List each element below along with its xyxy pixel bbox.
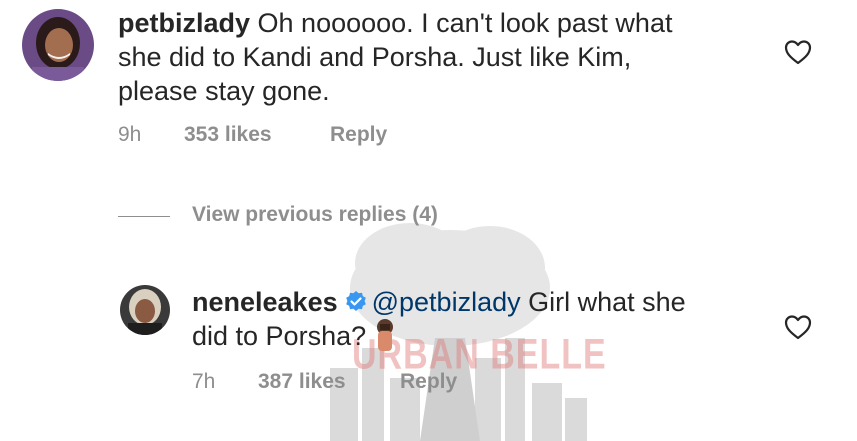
comment-text-line-1: Oh noooooo. I can't look past what <box>250 8 673 38</box>
heart-outline-icon[interactable] <box>783 38 813 66</box>
comment-text-line-2: she did to Kandi and Porsha. Just like K… <box>118 42 632 72</box>
comment-username[interactable]: neneleakes <box>192 287 338 317</box>
verified-badge-icon <box>345 291 366 311</box>
avatar-image <box>22 9 94 81</box>
comment-text-line-2: did to Porsha? <box>192 321 367 351</box>
comment-text-line-3: please stay gone. <box>118 76 330 106</box>
comment-text: neneleakes @petbizlady Girl what she did … <box>192 285 772 353</box>
likes-count[interactable]: 387 likes <box>258 370 346 394</box>
comment-timestamp[interactable]: 7h <box>192 370 215 394</box>
avatar[interactable] <box>22 9 94 81</box>
view-previous-replies-label[interactable]: View previous replies (4) <box>192 203 438 227</box>
mention-link[interactable]: @petbizlady <box>372 287 521 317</box>
avatar[interactable] <box>120 285 170 335</box>
nail-polish-emoji-icon <box>377 319 394 351</box>
heart-outline-icon[interactable] <box>783 313 813 341</box>
divider-line <box>118 216 170 217</box>
avatar-image <box>120 285 170 335</box>
likes-count[interactable]: 353 likes <box>184 123 272 147</box>
comment-text-line-1: Girl what she <box>520 287 686 317</box>
comment-username[interactable]: petbizlady <box>118 8 250 38</box>
reply-button[interactable]: Reply <box>400 370 457 394</box>
reply-button[interactable]: Reply <box>330 123 387 147</box>
comment-text: petbizlady Oh noooooo. I can't look past… <box>118 6 758 108</box>
comment-timestamp[interactable]: 9h <box>118 123 141 147</box>
